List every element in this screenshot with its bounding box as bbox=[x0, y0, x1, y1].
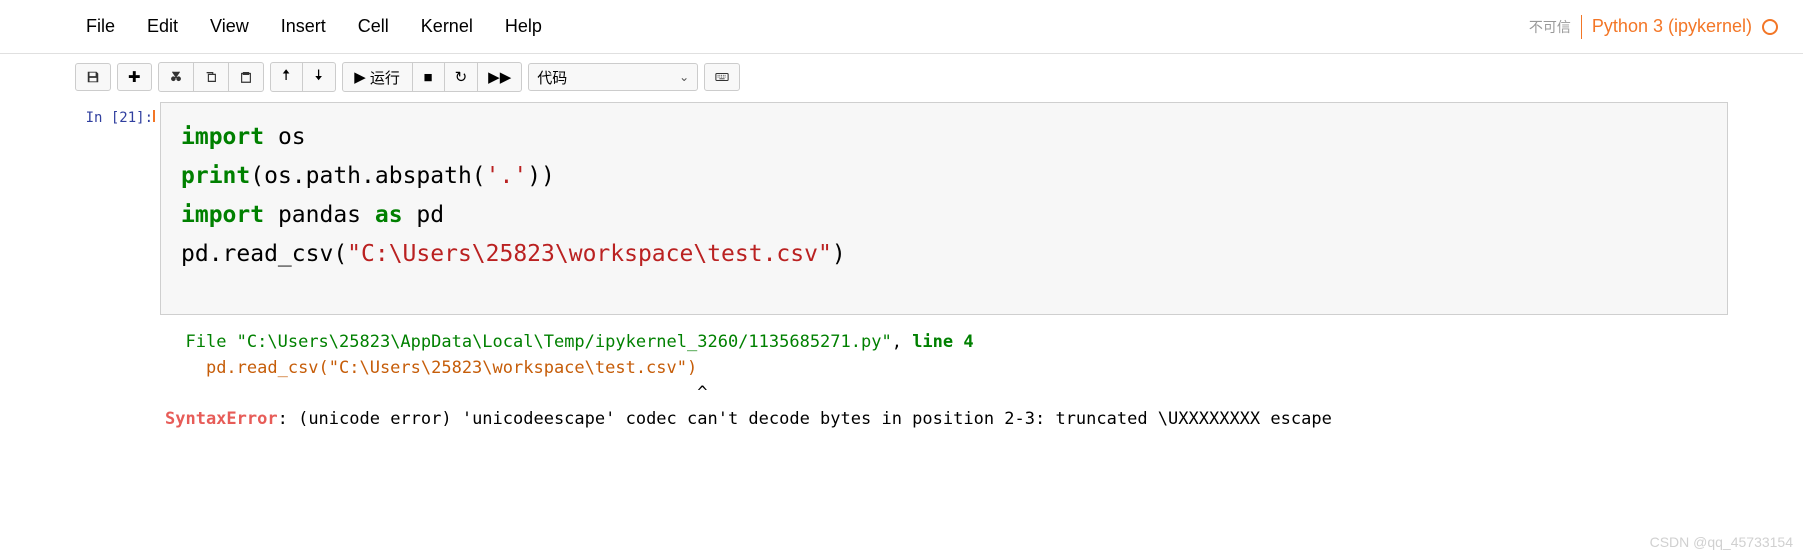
arrow-up-icon: 🠅 bbox=[282, 65, 290, 90]
restart-icon: ↻ bbox=[455, 68, 468, 86]
command-palette-button[interactable] bbox=[704, 63, 740, 91]
trust-status[interactable]: 不可信 bbox=[1529, 17, 1571, 37]
run-group: ▶ 运行 ■ ↻ ▶▶ bbox=[342, 62, 523, 92]
save-icon bbox=[86, 70, 100, 84]
cut-icon bbox=[169, 70, 183, 84]
arrow-down-icon: 🠇 bbox=[314, 65, 322, 90]
keyboard-icon bbox=[715, 70, 729, 84]
paste-icon bbox=[239, 70, 253, 84]
watermark: CSDN @qq_45733154 bbox=[1650, 534, 1793, 550]
run-button[interactable]: ▶ 运行 bbox=[343, 63, 413, 91]
menu-edit[interactable]: Edit bbox=[131, 10, 194, 43]
notebook-header: File Edit View Insert Cell Kernel Help 不… bbox=[0, 0, 1803, 54]
copy-icon bbox=[204, 70, 218, 84]
notebook-container: In [21]: import os print(os.path.abspath… bbox=[0, 102, 1803, 432]
code-cell[interactable]: In [21]: import os print(os.path.abspath… bbox=[75, 102, 1728, 315]
move-up-button[interactable]: 🠅 bbox=[271, 63, 303, 91]
menu-help[interactable]: Help bbox=[489, 10, 558, 43]
menu-cell[interactable]: Cell bbox=[342, 10, 405, 43]
output-content: File "C:\Users\25823\AppData\Local\Temp/… bbox=[160, 330, 1728, 432]
kernel-name[interactable]: Python 3 (ipykernel) bbox=[1592, 16, 1752, 37]
restart-run-all-button[interactable]: ▶▶ bbox=[478, 63, 521, 91]
menu-insert[interactable]: Insert bbox=[265, 10, 342, 43]
divider bbox=[1581, 15, 1582, 39]
edit-group bbox=[158, 62, 264, 92]
play-icon: ▶ bbox=[354, 68, 366, 86]
run-label: 运行 bbox=[370, 67, 400, 88]
restart-button[interactable]: ↻ bbox=[445, 63, 479, 91]
code-content[interactable]: import os print(os.path.abspath('.')) im… bbox=[161, 103, 1727, 314]
plus-icon: ✚ bbox=[128, 68, 141, 86]
add-cell-button[interactable]: ✚ bbox=[117, 63, 152, 91]
cursor-icon bbox=[153, 110, 155, 122]
copy-button[interactable] bbox=[194, 63, 229, 91]
menu-file[interactable]: File bbox=[70, 10, 131, 43]
fast-forward-icon: ▶▶ bbox=[488, 68, 511, 86]
interrupt-button[interactable]: ■ bbox=[413, 63, 445, 91]
move-down-button[interactable]: 🠇 bbox=[303, 63, 335, 91]
cut-button[interactable] bbox=[159, 63, 194, 91]
input-area[interactable]: import os print(os.path.abspath('.')) im… bbox=[160, 102, 1728, 315]
input-prompt: In [21]: bbox=[75, 102, 160, 315]
move-group: 🠅 🠇 bbox=[270, 62, 336, 92]
save-button[interactable] bbox=[75, 63, 111, 91]
cell-type-select[interactable]: 代码 ⌄ bbox=[528, 63, 698, 91]
toolbar: ✚ 🠅 🠇 ▶ 运行 ■ ↻ ▶▶ 代码 ⌄ bbox=[0, 54, 1803, 100]
paste-button[interactable] bbox=[229, 63, 263, 91]
menu-bar: File Edit View Insert Cell Kernel Help bbox=[0, 10, 558, 43]
output-area: File "C:\Users\25823\AppData\Local\Temp/… bbox=[75, 330, 1728, 432]
menu-kernel[interactable]: Kernel bbox=[405, 10, 489, 43]
stop-icon: ■ bbox=[424, 69, 433, 86]
menu-view[interactable]: View bbox=[194, 10, 265, 43]
output-prompt bbox=[75, 330, 160, 432]
kernel-info: 不可信 Python 3 (ipykernel) bbox=[1529, 15, 1803, 39]
kernel-indicator-icon bbox=[1762, 19, 1778, 35]
cell-type-value: 代码 bbox=[537, 67, 567, 88]
chevron-down-icon: ⌄ bbox=[679, 70, 689, 84]
